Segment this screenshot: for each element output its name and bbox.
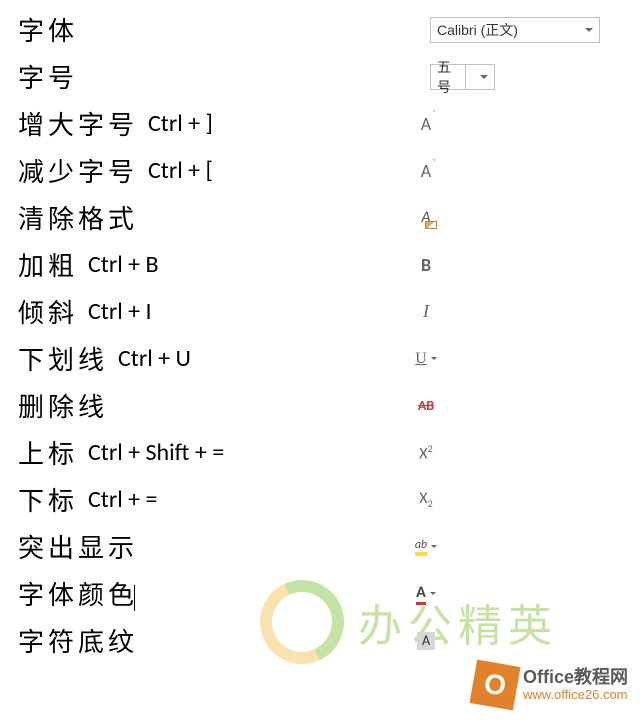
clear-format-icon: A [421,208,430,227]
label-superscript: 上标 [0,434,80,471]
italic-button[interactable]: I [410,297,442,327]
shrink-font-icon: A [421,160,431,182]
character-shading-button[interactable]: A [410,626,442,656]
label-strikethrough: 删除线 [0,387,140,424]
shortcut-superscript: Ctrl + Shift + = [88,438,224,467]
row-clear-format: 清除格式 A [0,194,640,241]
chevron-down-icon [430,592,436,595]
font-color-icon: A [416,583,426,605]
chevron-down-icon [585,28,593,32]
row-strikethrough: 删除线 AB [0,382,640,429]
font-dropdown-value: Calibri (正文) [437,20,518,40]
row-font-size: 字号 五号 [0,53,640,100]
bold-icon: B [421,254,431,276]
label-underline: 下划线 [0,340,110,377]
badge-title: Office教程网 [523,668,628,688]
chevron-down-icon [431,357,437,360]
label-shrink-font: 减少字号 [0,152,140,189]
subscript-button[interactable]: X2 [410,485,442,515]
label-font-size: 字号 [0,58,140,95]
bold-button[interactable]: B [410,250,442,280]
source-badge: O Office教程网 www.office26.com [473,663,628,707]
chevron-down-icon [431,545,437,548]
label-italic: 倾斜 [0,293,80,330]
shortcut-italic: Ctrl + I [88,297,152,326]
label-font: 字体 [0,11,140,48]
grow-font-icon: A [421,113,431,135]
shortcut-underline: Ctrl + U [118,344,191,373]
underline-icon: U [415,350,427,368]
underline-button[interactable]: U [410,344,442,374]
chevron-down-icon [480,75,488,79]
row-highlight: 突出显示 ab [0,523,640,570]
label-grow-font: 增大字号 [0,105,140,142]
highlight-button[interactable]: ab [410,532,442,562]
strikethrough-icon: AB [418,397,434,414]
shortcut-bold: Ctrl + B [88,250,159,279]
character-shading-icon: A [417,632,435,650]
strikethrough-button[interactable]: AB [410,391,442,421]
label-font-color: 字体颜色 [0,575,140,612]
row-subscript: 下标 Ctrl + = X2 [0,476,640,523]
subscript-icon: X2 [419,489,432,510]
label-subscript: 下标 [0,481,80,518]
font-color-button[interactable]: A [410,579,442,609]
badge-url: www.office26.com [523,688,628,702]
highlight-icon: ab [415,538,427,556]
label-character-shading: 字符底纹 [0,622,140,659]
shortcut-grow-font: Ctrl + ] [148,109,213,138]
row-character-shading: 字符底纹 A [0,617,640,664]
shortcut-shrink-font: Ctrl + [ [148,156,213,185]
row-underline: 下划线 Ctrl + U U [0,335,640,382]
superscript-icon: X2 [419,442,432,463]
italic-icon: I [423,301,429,322]
label-highlight: 突出显示 [0,528,140,565]
font-size-value: 五号 [437,57,459,97]
font-size-dropdown[interactable]: 五号 [430,64,495,90]
label-clear-format: 清除格式 [0,199,140,236]
row-italic: 倾斜 Ctrl + I I [0,288,640,335]
text-cursor [134,585,135,611]
row-grow-font: 增大字号 Ctrl + ] A [0,100,640,147]
row-shrink-font: 减少字号 Ctrl + [ A [0,147,640,194]
shortcut-subscript: Ctrl + = [88,485,157,514]
superscript-button[interactable]: X2 [410,438,442,468]
clear-format-button[interactable]: A [410,203,442,233]
grow-font-button[interactable]: A [410,109,442,139]
font-dropdown[interactable]: Calibri (正文) [430,17,600,43]
row-bold: 加粗 Ctrl + B B [0,241,640,288]
row-superscript: 上标 Ctrl + Shift + = X2 [0,429,640,476]
shrink-font-button[interactable]: A [410,156,442,186]
office-logo-icon: O [469,660,520,711]
label-bold: 加粗 [0,246,80,283]
row-font: 字体 Calibri (正文) [0,6,640,53]
row-font-color: 字体颜色 A [0,570,640,617]
